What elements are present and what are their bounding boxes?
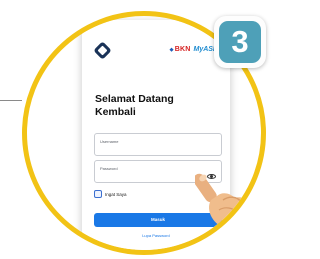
password-placeholder: Password bbox=[100, 166, 118, 171]
remember-label: Ingat Saya bbox=[105, 191, 127, 197]
bkn-logo: BKN bbox=[170, 46, 191, 53]
welcome-title: Selamat Datang Kembali bbox=[95, 93, 174, 118]
step-badge: 3 bbox=[214, 16, 266, 68]
checkbox-icon[interactable] bbox=[94, 190, 102, 198]
connector-line bbox=[0, 100, 22, 101]
app-logo-icon bbox=[93, 41, 112, 60]
brand-logos: BKN MyASN bbox=[170, 46, 218, 53]
username-field[interactable]: Username bbox=[94, 133, 222, 156]
username-placeholder: Username bbox=[100, 139, 119, 144]
pointing-hand-icon bbox=[195, 173, 251, 231]
step-number: 3 bbox=[219, 21, 261, 63]
remember-me[interactable]: Ingat Saya bbox=[94, 190, 127, 198]
